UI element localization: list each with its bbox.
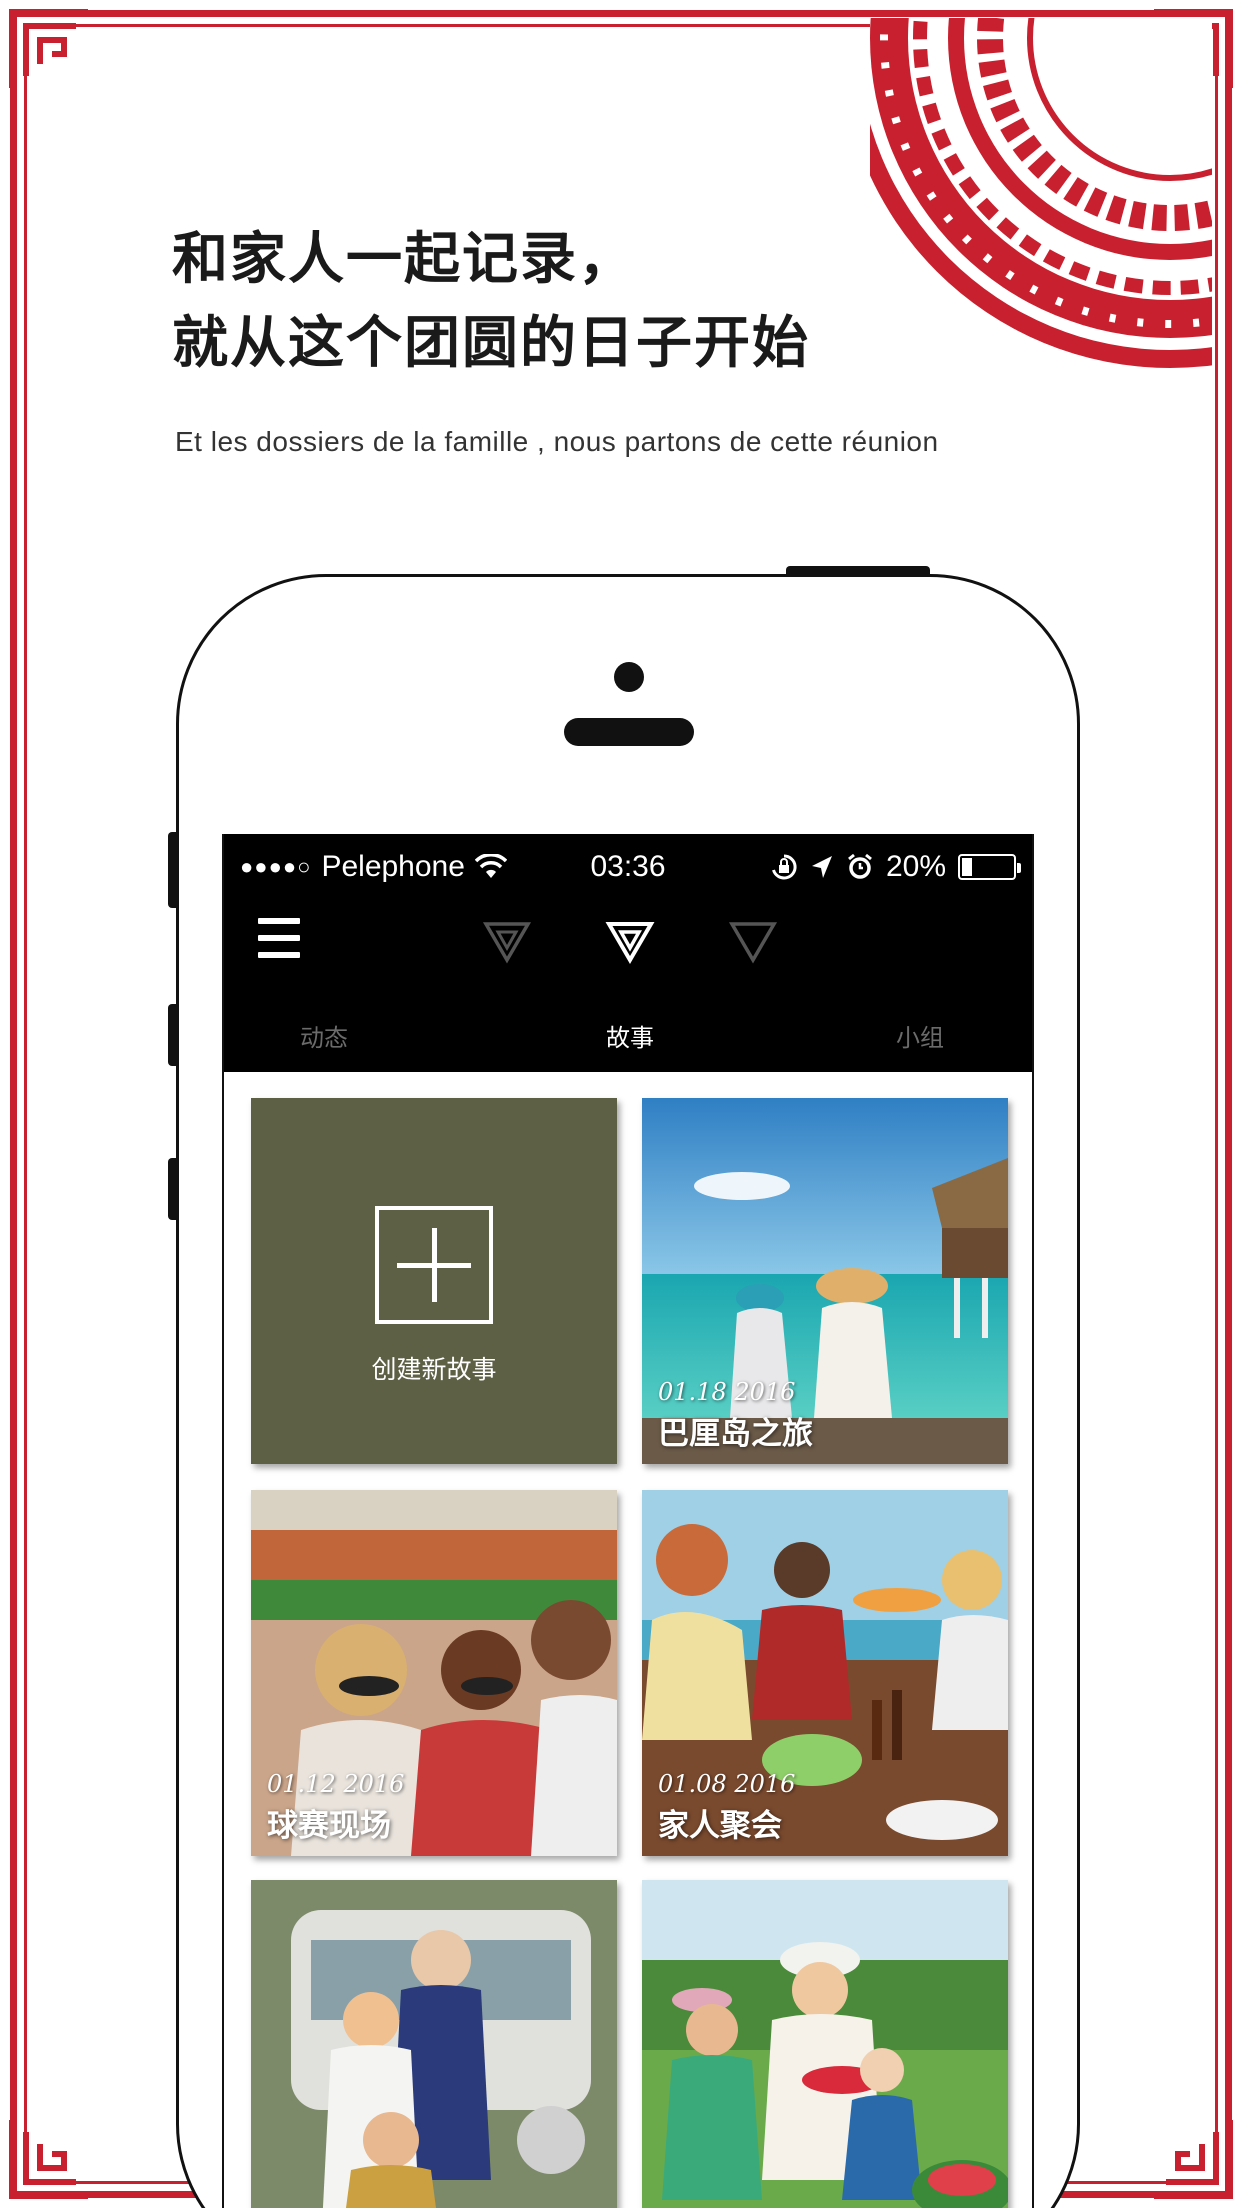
phone-speaker	[564, 718, 694, 746]
create-story-tile[interactable]: 创建新故事	[251, 1098, 617, 1464]
story-tile[interactable]	[642, 1880, 1008, 2208]
add-icon	[375, 1206, 493, 1324]
story-date: 01.18 2016	[658, 1378, 796, 1406]
tab-dynamics[interactable]: 动态	[244, 1018, 404, 1053]
phone-camera	[614, 662, 644, 692]
story-photo-friends-van	[251, 1880, 617, 2208]
story-photo-picnic	[642, 1880, 1008, 2208]
headline-line-2: 就从这个团圆的日子开始	[172, 311, 810, 376]
story-date: 01.12 2016	[267, 1770, 405, 1798]
battery-icon	[958, 854, 1021, 880]
story-title: 球赛现场	[267, 1808, 391, 1844]
app-header: ●●●●○ Pelephone 03:36 20% 动态 故事 小组	[224, 834, 1032, 1072]
alarm-icon	[848, 853, 872, 879]
papercut-medallion-ornament	[870, 18, 1212, 388]
story-tile[interactable]: 01.12 2016 球赛现场	[251, 1490, 617, 1856]
location-arrow-icon	[811, 856, 832, 878]
story-title: 家人聚会	[658, 1808, 782, 1844]
story-title: 巴厘岛之旅	[658, 1416, 813, 1452]
story-date: 01.08 2016	[658, 1770, 796, 1798]
triangle-icon[interactable]	[728, 920, 778, 964]
triangle-icon-active[interactable]	[605, 920, 655, 964]
story-tile[interactable]: 01.08 2016 家人聚会	[642, 1490, 1008, 1856]
promo-headline: 和家人一起记录， 就从这个团圆的日子开始	[172, 218, 810, 386]
story-tile[interactable]: 01.18 2016 巴厘岛之旅	[642, 1098, 1008, 1464]
promo-subline: Et les dossiers de la famille , nous par…	[175, 426, 939, 457]
fretwork-corner-ornament	[1148, 2114, 1236, 2202]
rotation-lock-icon	[772, 854, 797, 880]
status-bar: ●●●●○ Pelephone 03:36 20%	[224, 834, 1032, 904]
hamburger-menu-icon[interactable]	[258, 918, 300, 958]
story-tile[interactable]	[251, 1880, 617, 2208]
tab-stories[interactable]: 故事	[550, 1018, 710, 1053]
app-screen: ●●●●○ Pelephone 03:36 20% 动态 故事 小组 创建新故事…	[222, 834, 1034, 2208]
tab-bar: 动态 故事 小组	[224, 1012, 1032, 1068]
triangle-icon[interactable]	[482, 920, 532, 964]
fretwork-corner-ornament	[6, 2114, 94, 2202]
create-story-label: 创建新故事	[371, 1355, 497, 1384]
headline-line-1: 和家人一起记录，	[172, 227, 636, 292]
battery-percent: 20%	[885, 850, 946, 883]
tab-groups[interactable]: 小组	[840, 1018, 1000, 1053]
fretwork-corner-ornament	[6, 6, 94, 94]
